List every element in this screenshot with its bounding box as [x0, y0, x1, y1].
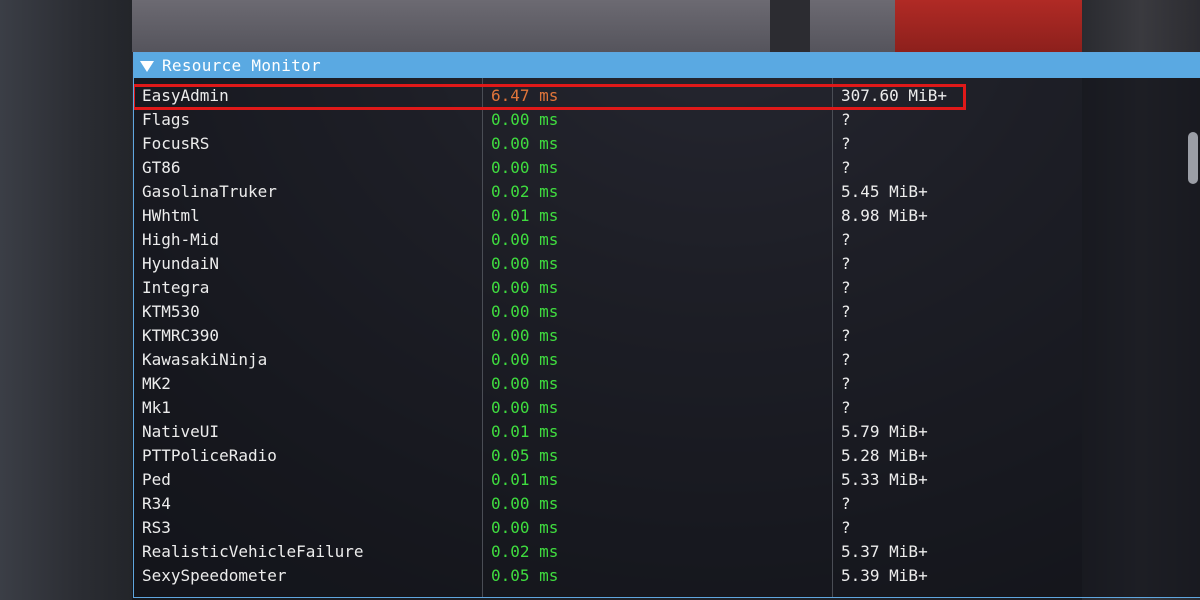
- resource-time: 0.00 ms: [491, 398, 559, 417]
- table-row[interactable]: MK2 0.00 ms ?: [134, 372, 1174, 396]
- resource-name: Integra: [142, 278, 210, 297]
- resource-name: KawasakiNinja: [142, 350, 268, 369]
- resource-memory: 307.60 MiB+: [841, 86, 947, 105]
- resource-time: 0.00 ms: [491, 302, 559, 321]
- resource-time: 0.00 ms: [491, 494, 559, 513]
- resource-table: EasyAdmin 6.47 ms 307.60 MiB+ Flags 0.00…: [134, 78, 1200, 597]
- resource-time: 0.00 ms: [491, 518, 559, 537]
- resource-time: 0.05 ms: [491, 446, 559, 465]
- resource-time: 0.00 ms: [491, 374, 559, 393]
- resource-time: 0.02 ms: [491, 182, 559, 201]
- resource-memory: 5.33 MiB+: [841, 470, 928, 489]
- resource-name: RS3: [142, 518, 171, 537]
- table-row[interactable]: PTTPoliceRadio 0.05 ms 5.28 MiB+: [134, 444, 1174, 468]
- resource-rows: EasyAdmin 6.47 ms 307.60 MiB+ Flags 0.00…: [134, 84, 1174, 588]
- table-row[interactable]: RealisticVehicleFailure 0.02 ms 5.37 MiB…: [134, 540, 1174, 564]
- resource-memory: ?: [841, 254, 851, 273]
- collapse-triangle-icon[interactable]: [140, 60, 154, 72]
- table-row[interactable]: SexySpeedometer 0.05 ms 5.39 MiB+: [134, 564, 1174, 588]
- resource-memory: ?: [841, 278, 851, 297]
- resource-memory: 5.28 MiB+: [841, 446, 928, 465]
- resource-memory: ?: [841, 494, 851, 513]
- resource-memory: ?: [841, 110, 851, 129]
- resource-name: KTMRC390: [142, 326, 220, 345]
- table-row[interactable]: Flags 0.00 ms ?: [134, 108, 1174, 132]
- resource-memory: 5.39 MiB+: [841, 566, 928, 585]
- table-row[interactable]: Integra 0.00 ms ?: [134, 276, 1174, 300]
- resource-memory: ?: [841, 134, 851, 153]
- resource-time: 0.00 ms: [491, 326, 559, 345]
- resource-name: HyundaiN: [142, 254, 220, 273]
- resource-memory: ?: [841, 350, 851, 369]
- resource-memory: 5.79 MiB+: [841, 422, 928, 441]
- table-row[interactable]: KTMRC390 0.00 ms ?: [134, 324, 1174, 348]
- resource-name: FocusRS: [142, 134, 210, 153]
- resource-name: High-Mid: [142, 230, 220, 249]
- resource-monitor-window: Resource Monitor EasyAdmin 6.47 ms 307.6…: [133, 52, 1200, 598]
- resource-memory: 5.37 MiB+: [841, 542, 928, 561]
- table-row[interactable]: Ped 0.01 ms 5.33 MiB+: [134, 468, 1174, 492]
- window-title: Resource Monitor: [162, 56, 321, 75]
- table-row[interactable]: KawasakiNinja 0.00 ms ?: [134, 348, 1174, 372]
- resource-name: MK2: [142, 374, 171, 393]
- table-row[interactable]: RS3 0.00 ms ?: [134, 516, 1174, 540]
- resource-memory: ?: [841, 230, 851, 249]
- resource-name: SexySpeedometer: [142, 566, 287, 585]
- resource-memory: ?: [841, 518, 851, 537]
- resource-name: Ped: [142, 470, 171, 489]
- table-row[interactable]: HyundaiN 0.00 ms ?: [134, 252, 1174, 276]
- resource-time: 0.01 ms: [491, 206, 559, 225]
- resource-memory: 8.98 MiB+: [841, 206, 928, 225]
- resource-name: Mk1: [142, 398, 171, 417]
- resource-name: PTTPoliceRadio: [142, 446, 277, 465]
- resource-time: 0.00 ms: [491, 230, 559, 249]
- resource-time: 0.00 ms: [491, 110, 559, 129]
- resource-time: 6.47 ms: [491, 86, 559, 105]
- resource-memory: ?: [841, 302, 851, 321]
- resource-memory: ?: [841, 158, 851, 177]
- resource-name: GasolinaTruker: [142, 182, 277, 201]
- resource-memory: 5.45 MiB+: [841, 182, 928, 201]
- resource-time: 0.01 ms: [491, 470, 559, 489]
- resource-name: KTM530: [142, 302, 200, 321]
- resource-name: GT86: [142, 158, 181, 177]
- resource-name: EasyAdmin: [142, 86, 229, 105]
- table-row[interactable]: High-Mid 0.00 ms ?: [134, 228, 1174, 252]
- vertical-scrollbar[interactable]: [1188, 108, 1198, 597]
- resource-memory: ?: [841, 326, 851, 345]
- resource-name: NativeUI: [142, 422, 220, 441]
- resource-time: 0.00 ms: [491, 278, 559, 297]
- table-row[interactable]: GT86 0.00 ms ?: [134, 156, 1174, 180]
- resource-name: Flags: [142, 110, 191, 129]
- background-red-structure: [895, 0, 1085, 52]
- table-row[interactable]: FocusRS 0.00 ms ?: [134, 132, 1174, 156]
- resource-memory: ?: [841, 374, 851, 393]
- resource-name: HWhtml: [142, 206, 200, 225]
- table-row[interactable]: KTM530 0.00 ms ?: [134, 300, 1174, 324]
- resource-time: 0.01 ms: [491, 422, 559, 441]
- table-row[interactable]: HWhtml 0.01 ms 8.98 MiB+: [134, 204, 1174, 228]
- table-row[interactable]: NativeUI 0.01 ms 5.79 MiB+: [134, 420, 1174, 444]
- resource-time: 0.00 ms: [491, 254, 559, 273]
- background-beam: [770, 0, 810, 52]
- window-titlebar[interactable]: Resource Monitor: [134, 53, 1200, 78]
- resource-time: 0.05 ms: [491, 566, 559, 585]
- resource-time: 0.00 ms: [491, 134, 559, 153]
- resource-time: 0.00 ms: [491, 350, 559, 369]
- resource-time: 0.02 ms: [491, 542, 559, 561]
- background-pillar-left: [0, 0, 132, 600]
- table-row[interactable]: Mk1 0.00 ms ?: [134, 396, 1174, 420]
- table-row[interactable]: R34 0.00 ms ?: [134, 492, 1174, 516]
- resource-name: RealisticVehicleFailure: [142, 542, 364, 561]
- resource-time: 0.00 ms: [491, 158, 559, 177]
- table-row[interactable]: GasolinaTruker 0.02 ms 5.45 MiB+: [134, 180, 1174, 204]
- resource-memory: ?: [841, 398, 851, 417]
- scrollbar-thumb[interactable]: [1188, 132, 1198, 184]
- resource-name: R34: [142, 494, 171, 513]
- table-row[interactable]: EasyAdmin 6.47 ms 307.60 MiB+: [134, 84, 1174, 110]
